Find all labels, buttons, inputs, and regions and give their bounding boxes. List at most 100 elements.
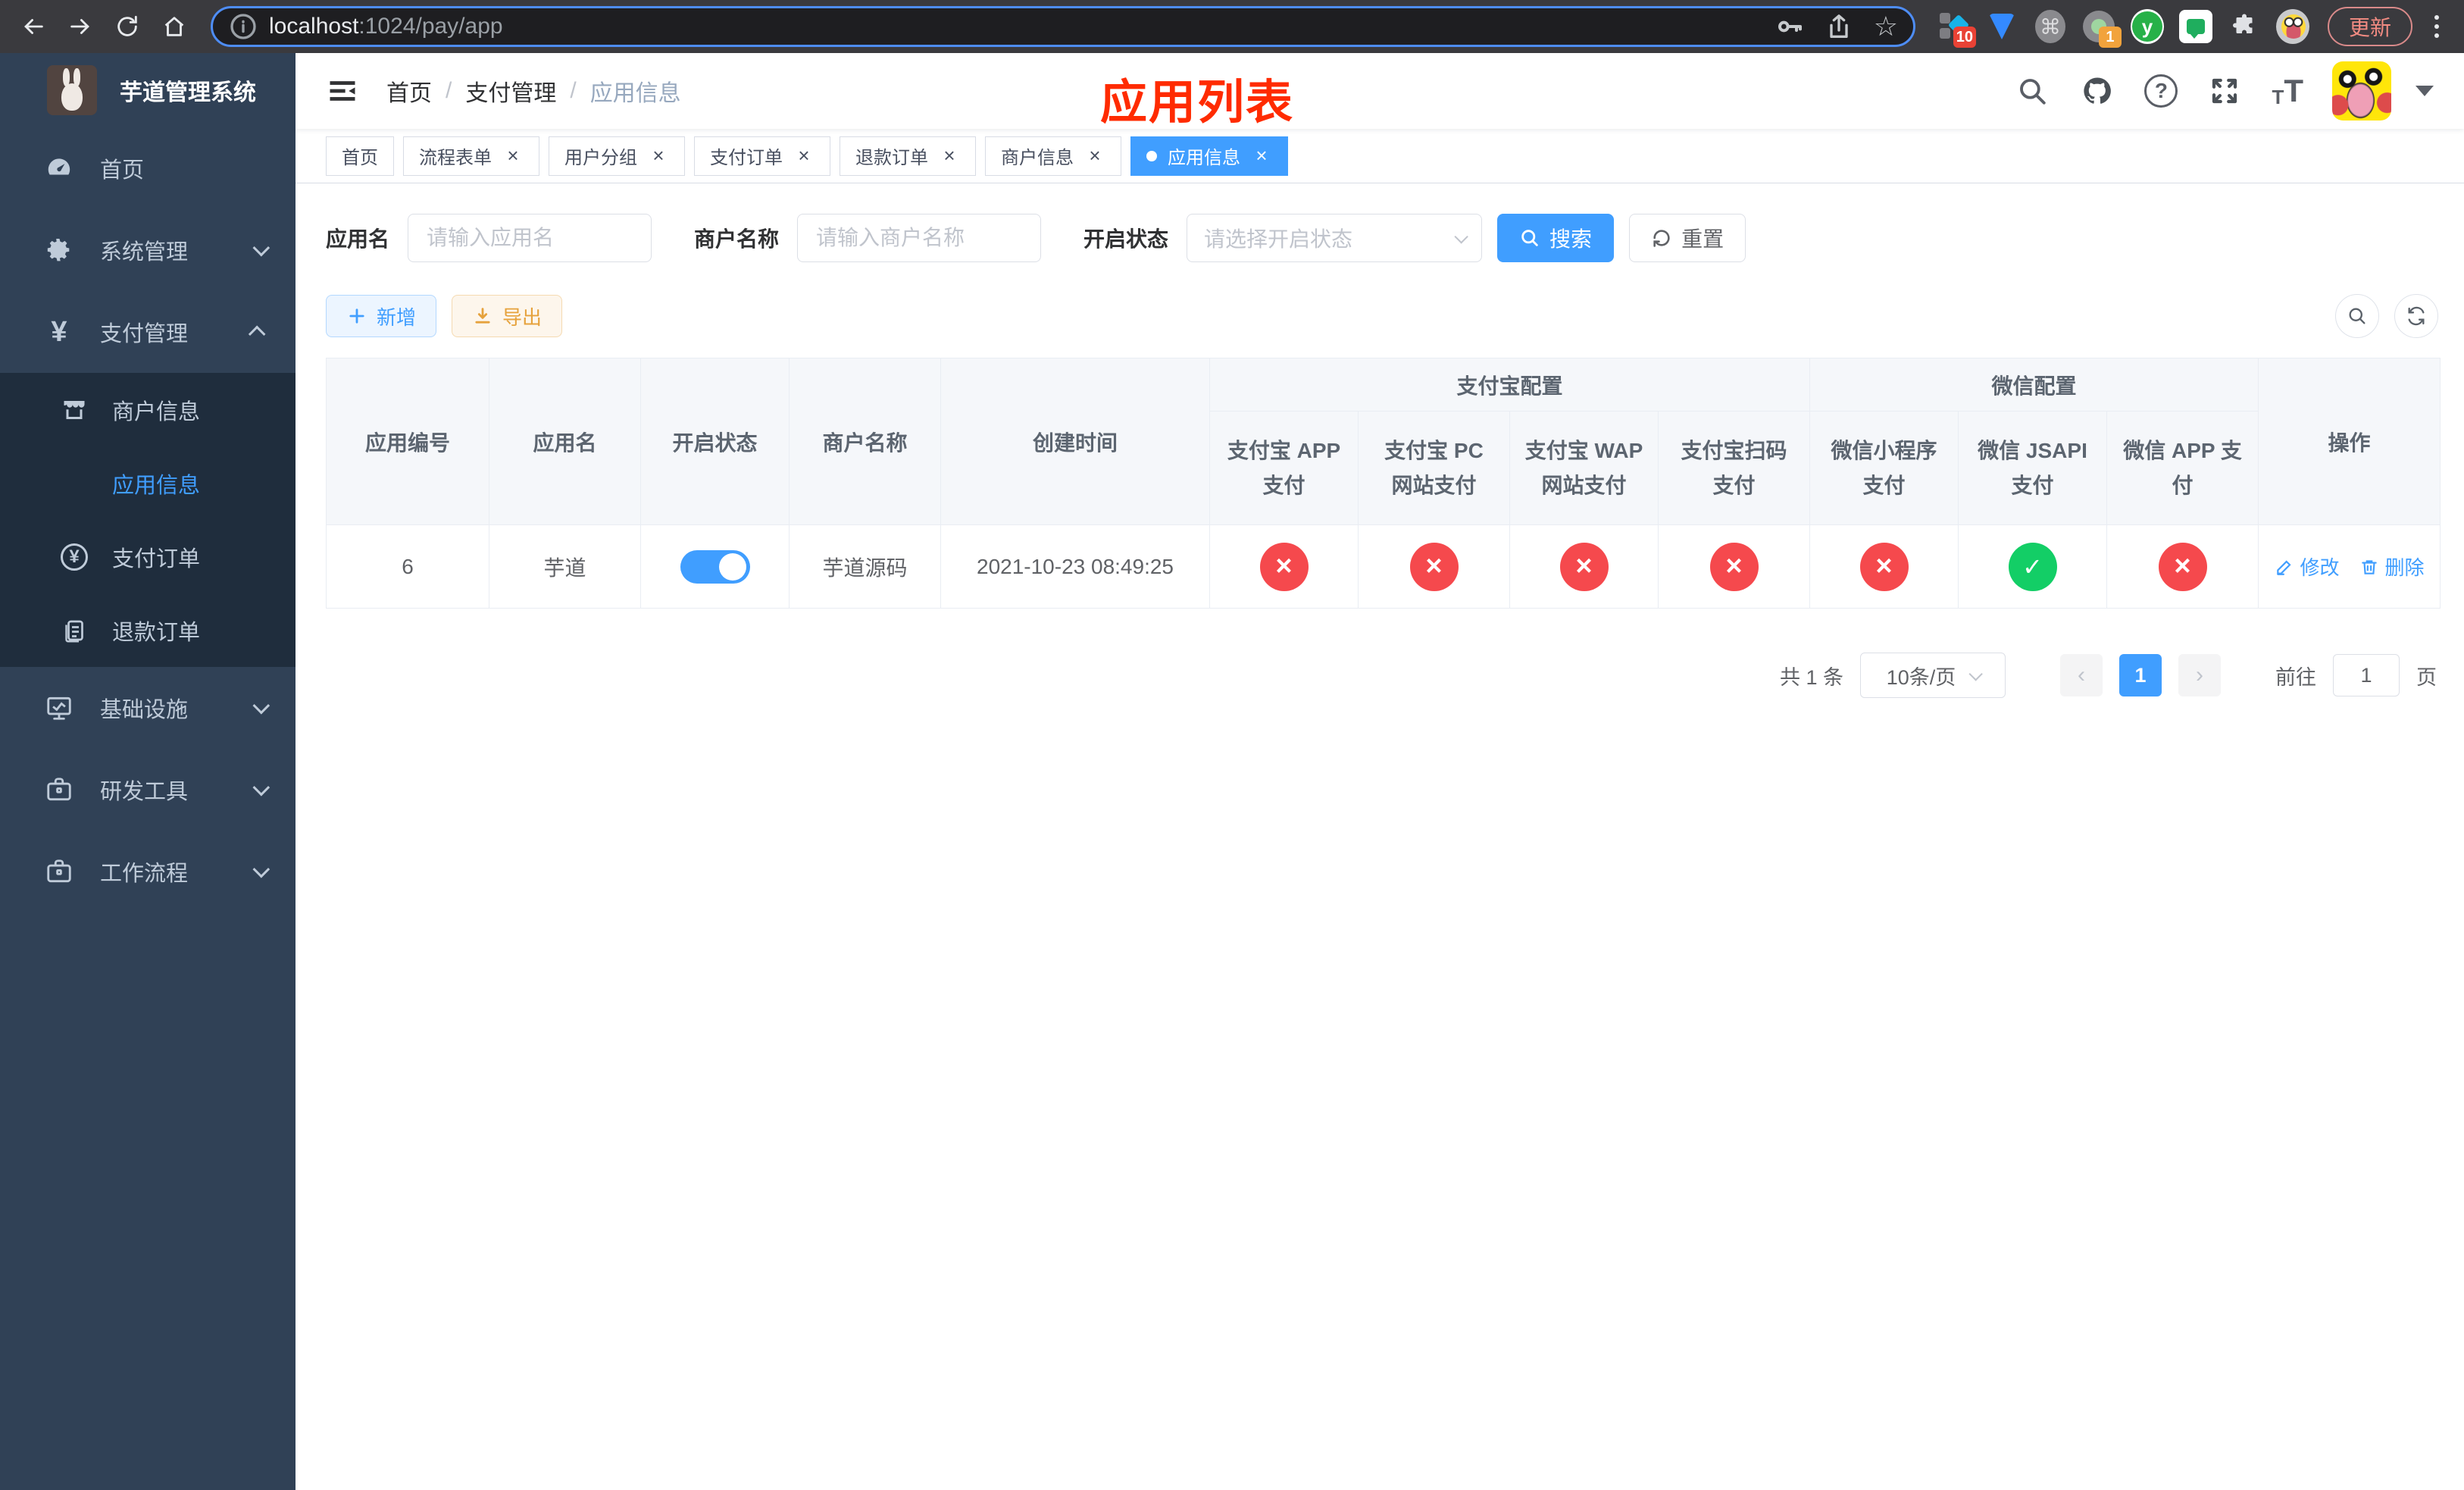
search-icon[interactable]: [2014, 73, 2050, 109]
sidebar-item-system[interactable]: 系统管理: [0, 209, 295, 291]
tab-user-group[interactable]: 用户分组: [549, 136, 685, 176]
extension-command-icon[interactable]: ⌘: [2034, 10, 2067, 43]
tab-pay-order[interactable]: 支付订单: [694, 136, 830, 176]
sidebar-item-dev-tools[interactable]: 研发工具: [0, 749, 295, 831]
refresh-icon[interactable]: [2394, 294, 2438, 338]
tab-app-info[interactable]: 应用信息: [1130, 136, 1288, 176]
extension-badge: 1: [2098, 27, 2122, 48]
browser-update-button[interactable]: 更新: [2327, 7, 2412, 46]
sidebar-item-label: 系统管理: [100, 240, 189, 265]
status-toggle[interactable]: [680, 549, 750, 584]
extension-y-icon[interactable]: y: [2130, 9, 2164, 44]
sidebar: 芋道管理系统 首页 系统管理 支付管理 商户信息: [0, 53, 295, 1490]
next-page-button[interactable]: [2178, 654, 2221, 696]
extensions-row: 10 ⌘ 1 y: [1931, 9, 2315, 48]
col-status: 开启状态: [640, 358, 790, 525]
page-size-select[interactable]: 10条/页: [1860, 653, 2006, 698]
add-button[interactable]: 新增: [326, 295, 437, 337]
col-group-alipay: 支付宝配置: [1209, 358, 1811, 412]
sidebar-item-payment[interactable]: 支付管理: [0, 291, 295, 373]
extension-emoji-icon[interactable]: [2275, 9, 2309, 44]
extension-chat-icon[interactable]: [2178, 10, 2212, 43]
app-title: 芋道管理系统: [120, 80, 256, 105]
password-key-icon[interactable]: [1774, 11, 1804, 42]
browser-home-icon[interactable]: [153, 5, 195, 48]
avatar[interactable]: [2332, 61, 2391, 121]
sidebar-item-refund-order[interactable]: 退款订单: [0, 593, 295, 667]
delete-link[interactable]: 删除: [2359, 552, 2425, 581]
yen-circle-icon: [59, 542, 89, 572]
chevron-down-icon: [1968, 666, 1984, 681]
page-content: 应用名 商户名称 开启状态 请选择开启状态 搜索 重置: [295, 183, 2464, 1490]
chevron-down-icon: [252, 696, 270, 715]
fullscreen-icon[interactable]: [2206, 73, 2243, 109]
close-icon[interactable]: [502, 146, 524, 167]
sidebar-item-label: 支付管理: [100, 322, 189, 346]
close-icon[interactable]: [793, 146, 815, 167]
browser-back-icon[interactable]: [12, 5, 55, 48]
prev-page-button[interactable]: [2060, 654, 2103, 696]
close-icon[interactable]: [939, 146, 960, 167]
close-icon[interactable]: [1251, 146, 1272, 167]
avatar-caret-icon[interactable]: [2416, 86, 2434, 96]
site-info-icon[interactable]: [228, 11, 258, 42]
cell-app-id: 6: [326, 524, 489, 609]
tab-flow-form[interactable]: 流程表单: [403, 136, 539, 176]
merchant-name-input[interactable]: [797, 214, 1042, 262]
goto-page-input[interactable]: [2333, 654, 2400, 696]
sidebar-item-app-info[interactable]: 应用信息: [0, 446, 295, 520]
share-icon[interactable]: [1824, 11, 1854, 42]
breadcrumb-home[interactable]: 首页: [386, 74, 432, 108]
delete-link-label: 删除: [2384, 556, 2425, 579]
status-select[interactable]: 请选择开启状态: [1187, 214, 1483, 262]
tab-refund-order[interactable]: 退款订单: [840, 136, 976, 176]
cell-created: 2021-10-23 08:49:25: [940, 524, 1210, 609]
edit-link[interactable]: 修改: [2275, 552, 2340, 581]
document-icon: [59, 615, 89, 646]
sidebar-item-workflow[interactable]: 工作流程: [0, 831, 295, 912]
sidebar-item-label: 支付订单: [112, 546, 201, 571]
breadcrumb-payment[interactable]: 支付管理: [465, 74, 556, 108]
help-icon[interactable]: [2144, 74, 2178, 108]
show-search-toggle-icon[interactable]: [2335, 294, 2379, 338]
close-icon[interactable]: [1084, 146, 1105, 167]
top-navbar: 首页 / 支付管理 / 应用信息 应用列表: [295, 53, 2464, 129]
bookmark-star-icon[interactable]: ☆: [1874, 13, 1898, 40]
sidebar-collapse-icon[interactable]: [326, 74, 359, 108]
sidebar-item-infrastructure[interactable]: 基础设施: [0, 667, 295, 749]
export-button[interactable]: 导出: [452, 295, 563, 337]
browser-menu-icon[interactable]: [2422, 10, 2452, 43]
breadcrumb-current: 应用信息: [589, 81, 681, 106]
chevron-down-icon: [252, 778, 270, 797]
browser-reload-icon[interactable]: [106, 5, 149, 48]
close-icon[interactable]: [648, 146, 669, 167]
tab-merchant-info[interactable]: 商户信息: [985, 136, 1121, 176]
sidebar-item-home[interactable]: 首页: [0, 127, 295, 209]
url-host: localhost: [269, 14, 359, 39]
extension-recorder-icon[interactable]: 1: [2082, 10, 2122, 48]
extension-gem-icon[interactable]: [1985, 10, 2018, 43]
sidebar-item-merchant-info[interactable]: 商户信息: [0, 373, 295, 446]
tab-label: 商户信息: [1001, 148, 1074, 168]
wechat-mini-status-icon: [1859, 542, 1909, 591]
briefcase-icon: [42, 773, 76, 806]
alipay-app-status-icon: [1259, 542, 1309, 591]
col-wechat-jsapi: 微信 JSAPI 支付: [1958, 411, 2108, 525]
app-logo-row[interactable]: 芋道管理系统: [0, 53, 295, 127]
search-button[interactable]: 搜索: [1497, 214, 1615, 262]
sidebar-item-label: 退款订单: [112, 620, 201, 645]
extensions-puzzle-icon[interactable]: [2228, 10, 2261, 43]
github-icon[interactable]: [2079, 73, 2115, 109]
font-size-icon[interactable]: [2272, 73, 2303, 109]
col-alipay-pc: 支付宝 PC 网站支付: [1358, 411, 1510, 525]
sidebar-item-pay-order[interactable]: 支付订单: [0, 520, 295, 593]
url-bar[interactable]: localhost:1024/pay/app ☆: [211, 6, 1915, 47]
browser-forward-icon[interactable]: [59, 5, 102, 48]
tab-home[interactable]: 首页: [326, 136, 394, 176]
dashboard-icon: [42, 152, 76, 185]
app-name-input[interactable]: [408, 214, 652, 262]
page-number-button[interactable]: 1: [2119, 654, 2162, 696]
col-group-wechat: 微信配置: [1809, 358, 2259, 412]
extension-blocks-icon[interactable]: 10: [1937, 10, 1976, 48]
reset-button[interactable]: 重置: [1629, 214, 1746, 262]
